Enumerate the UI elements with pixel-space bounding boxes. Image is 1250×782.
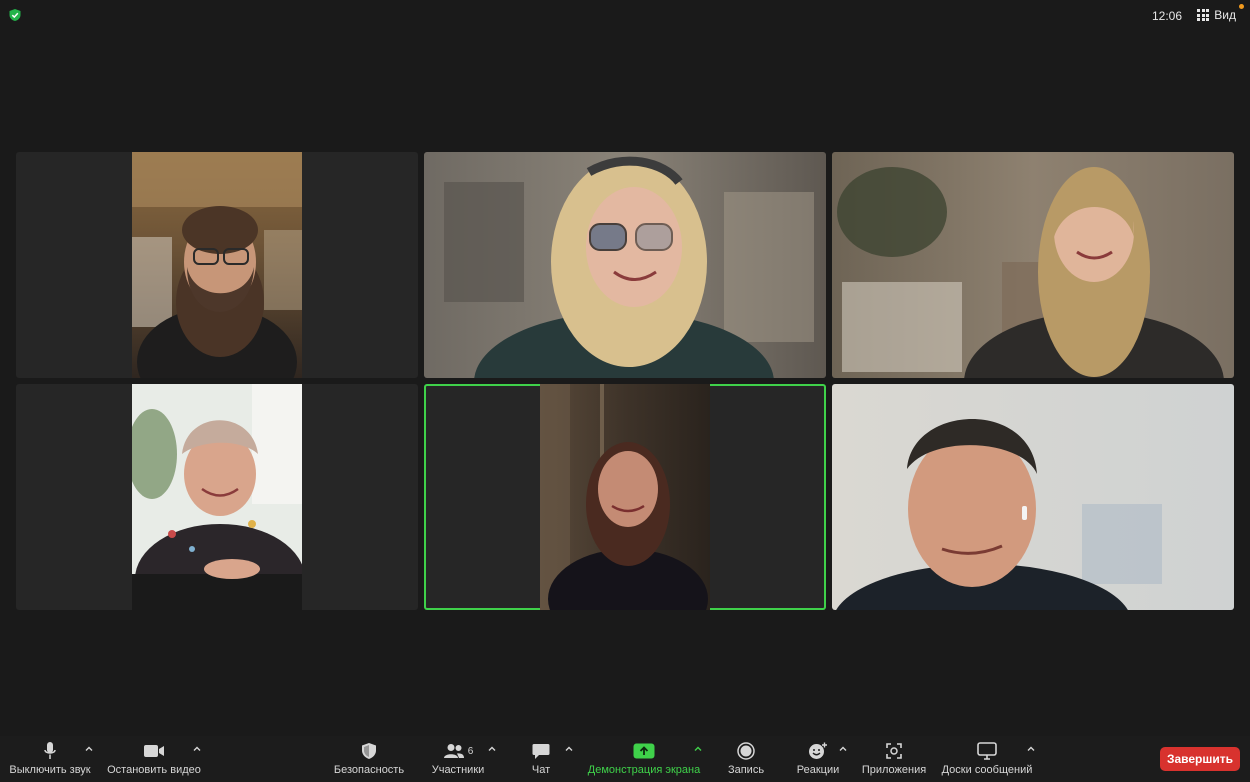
participant-tile-3[interactable] (832, 152, 1234, 378)
video-feed-6 (832, 384, 1234, 610)
share-screen-button[interactable]: Демонстрация экрана (582, 740, 706, 780)
stop-video-label: Остановить видео (107, 764, 201, 776)
record-label: Запись (727, 764, 765, 776)
security-label: Безопасность (333, 764, 405, 776)
share-screen-arrow-icon (633, 743, 655, 759)
mute-label: Выключить звук (9, 764, 91, 776)
whiteboards-button[interactable]: Доски сообщений (936, 740, 1038, 780)
participant-tile-4[interactable] (16, 384, 418, 610)
chat-button[interactable]: Чат (520, 740, 562, 780)
participants-count: 6 (467, 745, 474, 757)
meeting-controls-toolbar: Выключить звук Остановить видео Безопасн… (0, 736, 1250, 782)
audio-options-caret-icon[interactable] (84, 744, 94, 754)
participant-tile-6[interactable] (832, 384, 1234, 610)
chat-label: Чат (531, 764, 551, 776)
stop-video-button[interactable]: Остановить видео (104, 740, 204, 780)
clock-time: 12:06 (1151, 9, 1182, 23)
encryption-shield-icon[interactable] (8, 8, 22, 22)
whiteboards-options-caret-icon[interactable] (1026, 744, 1036, 754)
participants-label: Участники (431, 764, 485, 776)
grid-view-icon (1197, 9, 1210, 21)
chat-bubble-icon (532, 743, 550, 759)
reactions-label: Реакции (796, 764, 840, 776)
video-feed-4 (132, 384, 302, 610)
video-feed-5 (540, 384, 710, 610)
reactions-options-caret-icon[interactable] (838, 744, 848, 754)
gallery-view (16, 152, 1234, 610)
apps-button[interactable]: Приложения (858, 740, 930, 780)
chat-options-caret-icon[interactable] (564, 744, 574, 754)
microphone-icon (44, 742, 56, 759)
participant-tile-1[interactable] (16, 152, 418, 378)
video-feed-3 (832, 152, 1234, 378)
video-camera-icon (144, 745, 164, 757)
video-feed-1 (132, 152, 302, 378)
view-button-label: Вид (1214, 8, 1236, 22)
security-shield-icon (362, 743, 376, 759)
view-button[interactable]: Вид (1197, 6, 1236, 24)
video-options-caret-icon[interactable] (192, 744, 202, 754)
participants-options-caret-icon[interactable] (487, 744, 497, 754)
share-options-caret-icon[interactable] (693, 744, 703, 754)
notification-dot (1239, 4, 1244, 9)
apps-label: Приложения (861, 764, 927, 776)
participant-tile-5-active-speaker[interactable] (424, 384, 826, 610)
record-circle-icon (737, 742, 755, 760)
whiteboard-icon (977, 742, 997, 760)
record-button[interactable]: Запись (720, 740, 772, 780)
participants-people-icon (443, 744, 464, 758)
reactions-emoji-icon (809, 742, 827, 759)
participant-tile-2[interactable] (424, 152, 826, 378)
security-button[interactable]: Безопасность (330, 740, 408, 780)
zoom-meeting-window: 12:06 Вид Выключить звук Остановить виде… (0, 0, 1250, 782)
mute-button[interactable]: Выключить звук (6, 740, 94, 780)
top-bar: 12:06 Вид (0, 0, 1250, 30)
end-meeting-button[interactable]: Завершить (1160, 747, 1240, 771)
share-screen-label: Демонстрация экрана (587, 764, 701, 776)
participants-button[interactable]: 6 Участники (424, 740, 492, 780)
whiteboards-label: Доски сообщений (941, 764, 1033, 776)
video-feed-2 (424, 152, 826, 378)
apps-icon (886, 743, 902, 759)
